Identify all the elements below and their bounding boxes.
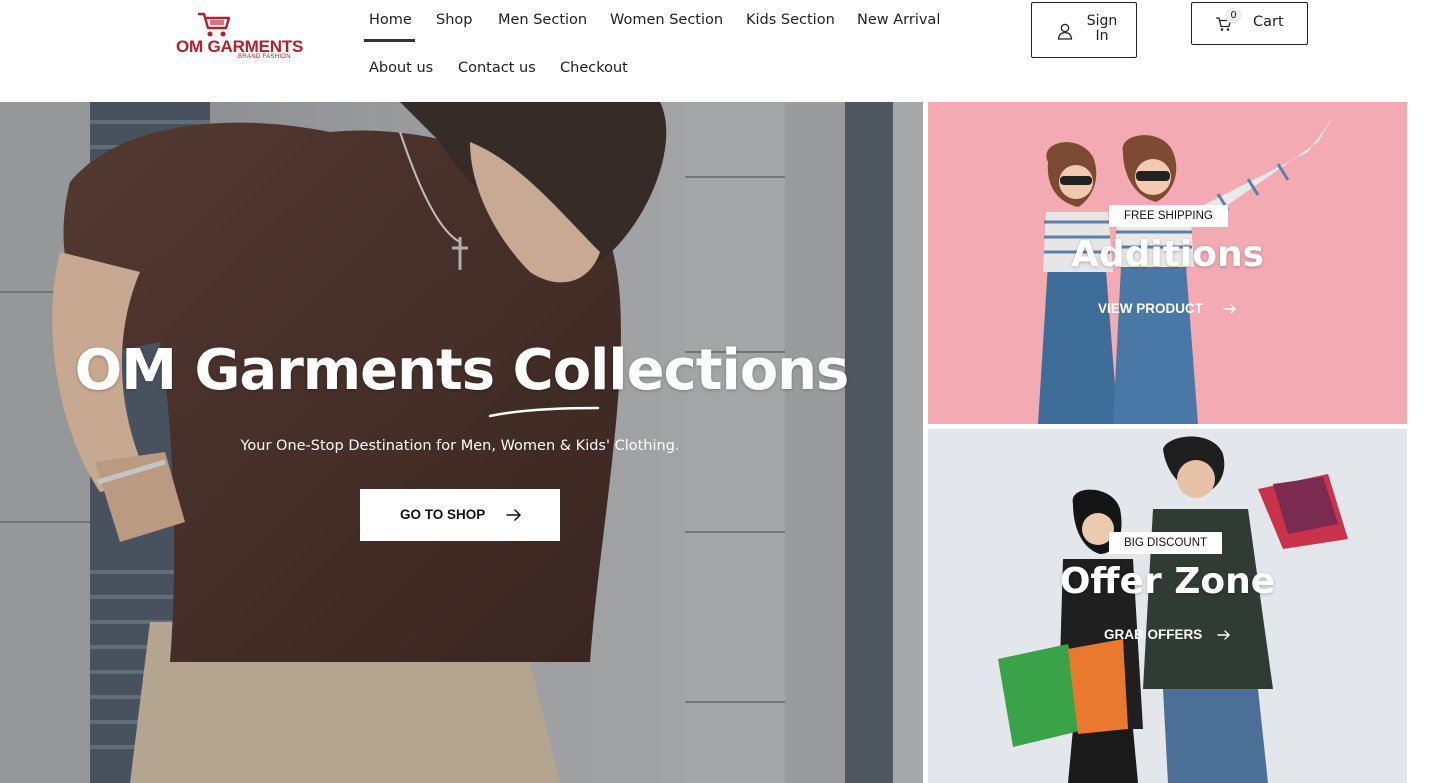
cart-label: Cart [1253, 14, 1284, 30]
banner-title-additions: Additions [1070, 234, 1265, 275]
go-to-shop-button[interactable]: GO TO SHOP [360, 489, 560, 541]
arrow-right-icon [1217, 630, 1230, 640]
shopping-couple-image [928, 429, 1407, 783]
nav-item-men-section[interactable]: Men Section [498, 12, 587, 28]
nav-item-contact-us[interactable]: Contact us [458, 60, 536, 76]
banner-title-offer-zone: Offer Zone [1059, 561, 1276, 602]
promo-banner-offer-zone[interactable]: BIG DISCOUNT Offer Zone GRAB OFFERS [928, 429, 1407, 783]
cart-button[interactable]: 0 Cart [1191, 2, 1308, 45]
sign-in-label: Sign In [1086, 13, 1118, 44]
nav-active-indicator [364, 39, 415, 42]
nav-item-women-section[interactable]: Women Section [610, 12, 723, 28]
view-product-link[interactable]: VIEW PRODUCT [1098, 301, 1203, 316]
nav-item-new-arrival[interactable]: New Arrival [857, 12, 940, 28]
grab-offers-link[interactable]: GRAB OFFERS [1104, 627, 1202, 642]
hero-banner: OM Garments Collections Your One-Stop De… [0, 102, 923, 783]
title-underline-decoration [488, 406, 600, 418]
cart-count-badge: 0 [1225, 8, 1242, 23]
sign-in-button[interactable]: Sign In [1031, 2, 1137, 58]
nav-item-home[interactable]: Home [369, 12, 412, 28]
hero-title: OM Garments Collections [74, 338, 850, 403]
big-discount-tag: BIG DISCOUNT [1109, 532, 1223, 554]
go-to-shop-label: GO TO SHOP [400, 507, 486, 522]
site-header: OM GARMENTS BRAND FASHION Home Shop Men … [0, 0, 1439, 102]
hero-subtitle: Your One-Stop Destination for Men, Women… [240, 438, 680, 454]
brand-tagline: BRAND FASHION [238, 54, 291, 60]
nav-item-checkout[interactable]: Checkout [560, 60, 628, 76]
nav-item-shop[interactable]: Shop [436, 12, 472, 28]
arrow-right-icon [506, 509, 521, 521]
logo-cart-icon [198, 12, 231, 37]
brand-logo[interactable]: OM GARMENTS BRAND FASHION [174, 10, 314, 64]
nav-item-kids-section[interactable]: Kids Section [746, 12, 835, 28]
user-icon [1057, 23, 1073, 40]
free-shipping-tag: FREE SHIPPING [1109, 205, 1228, 227]
nav-item-about-us[interactable]: About us [369, 60, 433, 76]
promo-banner-additions[interactable]: FREE SHIPPING Additions VIEW PRODUCT [928, 102, 1407, 424]
arrow-right-icon [1223, 304, 1236, 314]
